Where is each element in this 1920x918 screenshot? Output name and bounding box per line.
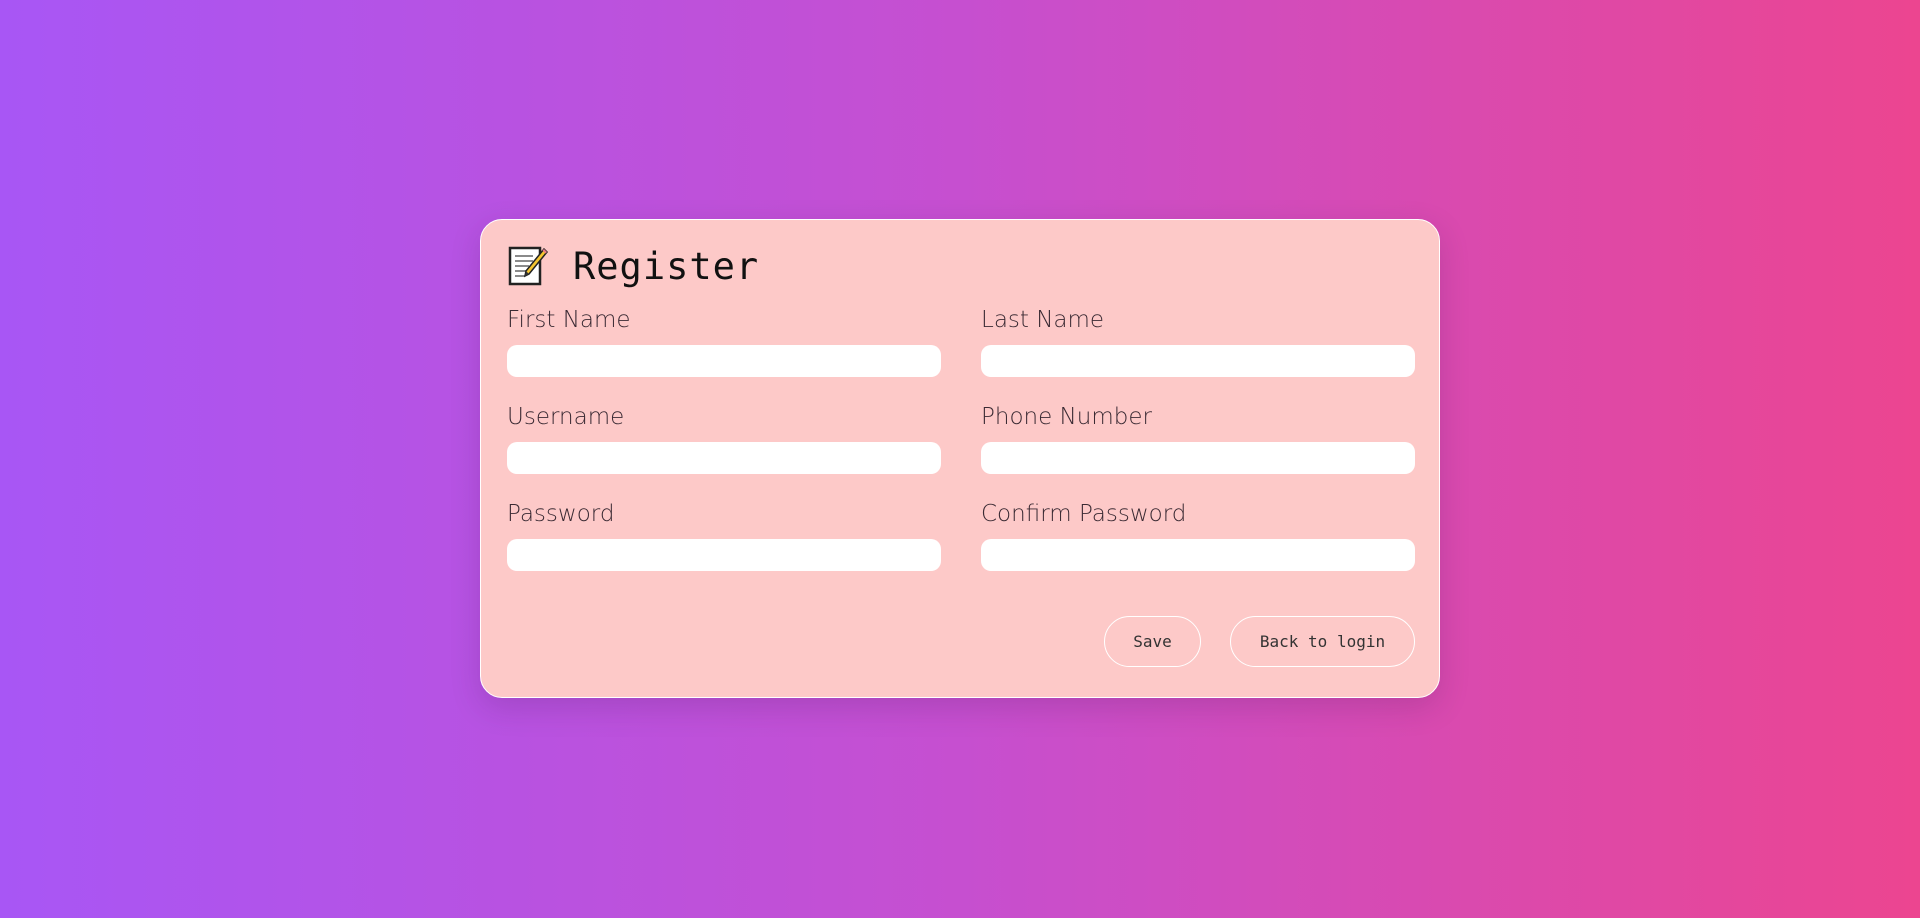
confirm-password-group: Confirm Password [981,499,1415,571]
last-name-group: Last Name [981,305,1415,377]
first-name-group: First Name [507,305,941,377]
save-button[interactable]: Save [1104,616,1201,667]
phone-number-label: Phone Number [981,404,1152,430]
register-card: Register First Name Last Name Username P… [480,219,1440,698]
memo-icon [507,245,549,287]
first-name-label: First Name [507,307,631,333]
page-title: Register [573,244,760,288]
first-name-input[interactable] [507,345,941,377]
confirm-password-input[interactable] [981,539,1415,571]
phone-number-group: Phone Number [981,402,1415,474]
back-to-login-button[interactable]: Back to login [1230,616,1415,667]
username-input[interactable] [507,442,941,474]
username-label: Username [507,404,625,430]
password-input[interactable] [507,539,941,571]
password-label: Password [507,501,615,527]
phone-number-input[interactable] [981,442,1415,474]
password-group: Password [507,499,941,571]
username-group: Username [507,402,941,474]
confirm-password-label: Confirm Password [981,501,1187,527]
form-header: Register [507,244,759,288]
last-name-input[interactable] [981,345,1415,377]
last-name-label: Last Name [981,307,1105,333]
